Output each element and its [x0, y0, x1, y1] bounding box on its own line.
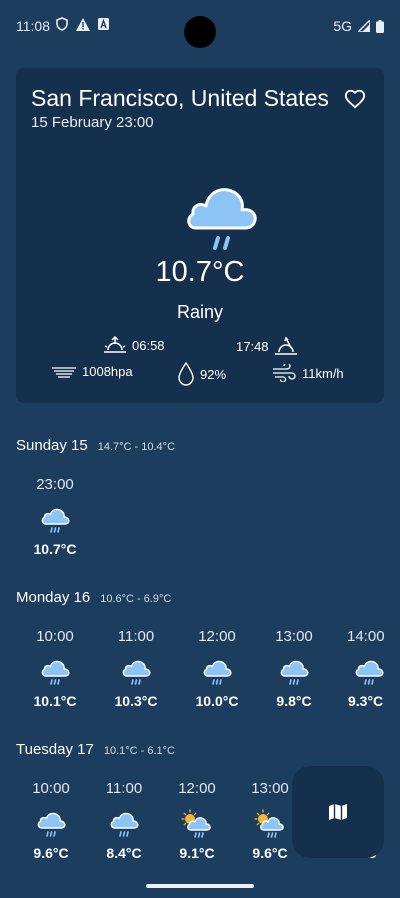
rain-cloud-icon: [280, 660, 309, 685]
rain-cloud-icon: [37, 812, 66, 837]
hourly-item[interactable]: 11:00 8.4°C: [89, 780, 159, 861]
camera-cutout: [184, 16, 216, 48]
hourly-item[interactable]: 10:00 10.1°C: [20, 628, 90, 709]
day-name: Tuesday 17: [16, 741, 94, 758]
hour-time: 11:00: [117, 628, 155, 645]
hourly-item[interactable]: 11:00 10.3°C: [101, 628, 171, 709]
hourly-item[interactable]: 23:00 10.7°C: [20, 476, 90, 557]
day-temp-range: 10.6°C - 6.9°C: [100, 593, 172, 605]
rain-cloud-icon: [187, 188, 257, 250]
hour-time: 13:00: [275, 628, 313, 645]
hour-temperature: 10.0°C: [195, 693, 239, 709]
status-system-icons: 5G: [333, 18, 384, 34]
hour-temperature: 10.3°C: [114, 693, 158, 709]
rain-cloud-icon: [122, 660, 151, 685]
hour-temperature: 9.3°C: [348, 693, 384, 709]
day-temp-range: 10.1°C - 6.1°C: [103, 745, 175, 757]
sunset-time: 17:48: [236, 338, 269, 354]
shield-icon: [56, 17, 68, 31]
wind-value: 11km/h: [302, 365, 344, 381]
hour-temperature: 9.6°C: [33, 845, 69, 861]
current-weather-card[interactable]: San Francisco, United States 15 February…: [16, 68, 384, 403]
wind-info: 11km/h: [272, 364, 344, 382]
water-drop-icon: [178, 362, 194, 386]
sunset-icon: [274, 336, 297, 355]
current-datetime: 15 February 23:00: [31, 114, 154, 131]
hour-time: 10:00: [36, 628, 74, 645]
pressure-value: 1008hpa: [82, 364, 133, 379]
warning-icon: [76, 17, 90, 31]
battery-icon: [376, 19, 384, 33]
hour-temperature: 10.7°C: [33, 541, 77, 557]
sunrise-icon: [104, 336, 126, 353]
day-temp-range: 14.7°C - 10.4°C: [97, 441, 176, 453]
sun-rain-cloud-icon: [254, 809, 284, 838]
hour-temperature: 9.1°C: [179, 845, 215, 861]
hour-time: 12:00: [178, 780, 216, 797]
hour-temperature: 9.8°C: [276, 693, 312, 709]
day-header-sunday: Sunday 15 14.7°C - 10.4°C: [16, 437, 175, 454]
humidity-value: 92%: [200, 366, 227, 382]
rain-cloud-icon: [41, 660, 70, 685]
sunrise-time: 06:58: [132, 337, 165, 353]
day-name: Sunday 15: [16, 437, 88, 454]
hour-time: 23:00: [36, 476, 74, 493]
sunrise-info: 06:58: [104, 336, 165, 354]
hour-time: 12:00: [198, 628, 236, 645]
hourly-item[interactable]: 10:00 9.6°C: [16, 780, 86, 861]
day-name: Monday 16: [16, 589, 91, 606]
app-notification-icon: [98, 18, 109, 30]
home-indicator[interactable]: [146, 884, 254, 888]
hourly-item[interactable]: 13:00 9.8°C: [259, 628, 329, 709]
day-header-monday: Monday 16 10.6°C - 6.9°C: [16, 589, 171, 606]
humidity-info: 92%: [178, 362, 226, 386]
hour-temperature: 10.1°C: [33, 693, 77, 709]
pressure-info: 1008hpa: [52, 364, 133, 379]
status-bar: 11:08 5G: [0, 0, 400, 52]
status-time: 11:08: [16, 18, 50, 34]
current-temperature: 10.7°C: [155, 256, 245, 288]
rain-cloud-icon: [41, 508, 70, 533]
city-name: San Francisco, United States: [31, 85, 329, 111]
hour-time: 14:00: [347, 628, 385, 645]
rain-cloud-icon: [355, 660, 384, 685]
day-header-tuesday: Tuesday 17 10.1°C - 6.1°C: [16, 741, 175, 758]
rain-cloud-icon: [203, 660, 232, 685]
signal-icon: [358, 20, 370, 32]
rain-cloud-icon: [110, 812, 139, 837]
sun-rain-cloud-icon: [181, 809, 211, 838]
hourly-item[interactable]: 14:00 9.3°C: [333, 628, 400, 709]
current-condition: Rainy: [176, 302, 224, 322]
pressure-icon: [52, 366, 76, 378]
map-button[interactable]: [292, 766, 384, 858]
sunset-info: 17:48: [236, 336, 297, 356]
wind-icon: [273, 364, 296, 382]
hour-time: 10:00: [32, 780, 70, 797]
network-type: 5G: [333, 18, 352, 34]
hour-temperature: 8.4°C: [106, 845, 142, 861]
hourly-item[interactable]: 12:00 10.0°C: [182, 628, 252, 709]
map-icon: [329, 804, 347, 820]
favorite-heart-icon[interactable]: [344, 88, 366, 110]
hour-time: 11:00: [105, 780, 143, 797]
hourly-item[interactable]: 12:00 9.1°C: [162, 780, 232, 861]
status-notification-icons: [56, 17, 109, 31]
